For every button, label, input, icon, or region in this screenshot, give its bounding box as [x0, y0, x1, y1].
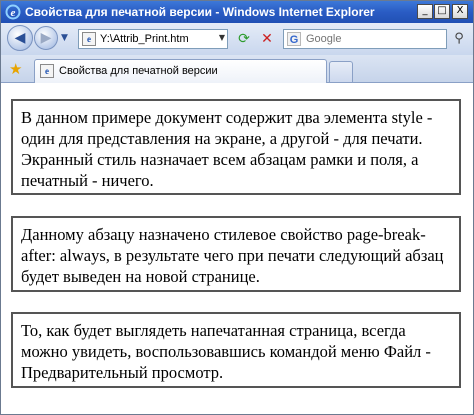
- back-arrow-icon: ◀: [14, 30, 26, 46]
- forward-button[interactable]: ▶: [34, 26, 58, 50]
- title-bar[interactable]: e Свойства для печатной версии - Windows…: [1, 1, 473, 23]
- paragraph-3: То, как будет выглядеть напечатанная стр…: [11, 312, 461, 388]
- refresh-icon[interactable]: ⟳: [235, 30, 253, 48]
- svg-text:e: e: [11, 7, 16, 19]
- navigation-bar: ◀ ▶ ▼ e Y:\Attrib_Print.htm ▼ ⟳ ✕ G ⚲: [1, 23, 473, 55]
- window-title: Свойства для печатной версии - Windows I…: [25, 5, 375, 19]
- address-bar[interactable]: e Y:\Attrib_Print.htm ▼: [78, 29, 228, 49]
- search-input[interactable]: [306, 33, 406, 45]
- address-text[interactable]: Y:\Attrib_Print.htm: [100, 33, 189, 45]
- tab-bar: ★ e Свойства для печатной версии: [1, 55, 473, 83]
- history-dropdown-icon[interactable]: ▼: [61, 33, 68, 43]
- search-icon[interactable]: ⚲: [449, 30, 469, 48]
- paragraph-2: Данному абзацу назначено стилевое свойст…: [11, 216, 461, 292]
- page-content: В данном примере документ содержит два э…: [1, 83, 473, 414]
- forward-arrow-icon: ▶: [40, 30, 52, 46]
- stop-icon[interactable]: ✕: [258, 30, 276, 48]
- ie-logo-icon: e: [5, 4, 21, 20]
- tab-active[interactable]: e Свойства для печатной версии: [34, 59, 327, 83]
- back-button[interactable]: ◀: [7, 25, 33, 51]
- tab-page-icon: e: [40, 64, 54, 78]
- minimize-button[interactable]: _: [417, 4, 433, 19]
- google-icon: G: [287, 32, 301, 46]
- address-dropdown-icon[interactable]: ▼: [219, 33, 225, 42]
- paragraph-1: В данном примере документ содержит два э…: [11, 99, 461, 195]
- page-icon: e: [82, 32, 96, 46]
- new-tab-button[interactable]: [329, 61, 353, 82]
- tab-label: Свойства для печатной версии: [59, 65, 218, 77]
- maximize-button[interactable]: □: [434, 4, 450, 19]
- browser-window: e Свойства для печатной версии - Windows…: [0, 0, 474, 415]
- close-button[interactable]: X: [452, 4, 468, 19]
- favorites-star-icon[interactable]: ★: [9, 60, 22, 78]
- search-box[interactable]: G: [283, 29, 447, 49]
